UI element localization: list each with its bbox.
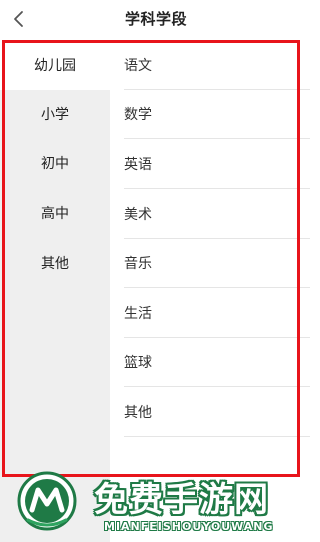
top-bar: 学科学段 — [0, 0, 312, 38]
sidebar-item-junior[interactable]: 初中 — [0, 138, 110, 188]
page-title: 学科学段 — [124, 10, 187, 28]
stage-sidebar: 幼儿园 小学 初中 高中 其他 — [0, 40, 110, 542]
sidebar-item-kindergarten[interactable]: 幼儿园 — [0, 40, 110, 90]
subject-item-music[interactable]: 音乐 — [124, 238, 310, 288]
content-area: 幼儿园 小学 初中 高中 其他 语文 数学 英语 美术 音乐 生活 篮球 其他 — [0, 40, 312, 542]
subject-list: 语文 数学 英语 美术 音乐 生活 篮球 其他 — [110, 40, 312, 542]
sidebar-item-senior[interactable]: 高中 — [0, 188, 110, 238]
sidebar-item-primary[interactable]: 小学 — [0, 89, 110, 139]
subject-item-math[interactable]: 数学 — [124, 89, 310, 139]
subject-item-basketball[interactable]: 篮球 — [124, 337, 310, 387]
subject-item-life[interactable]: 生活 — [124, 288, 310, 338]
subject-item-english[interactable]: 英语 — [124, 139, 310, 189]
sidebar-item-other[interactable]: 其他 — [0, 238, 110, 288]
subject-item-art[interactable]: 美术 — [124, 189, 310, 239]
subject-item-chinese[interactable]: 语文 — [124, 40, 310, 90]
subject-item-other[interactable]: 其他 — [124, 387, 310, 437]
